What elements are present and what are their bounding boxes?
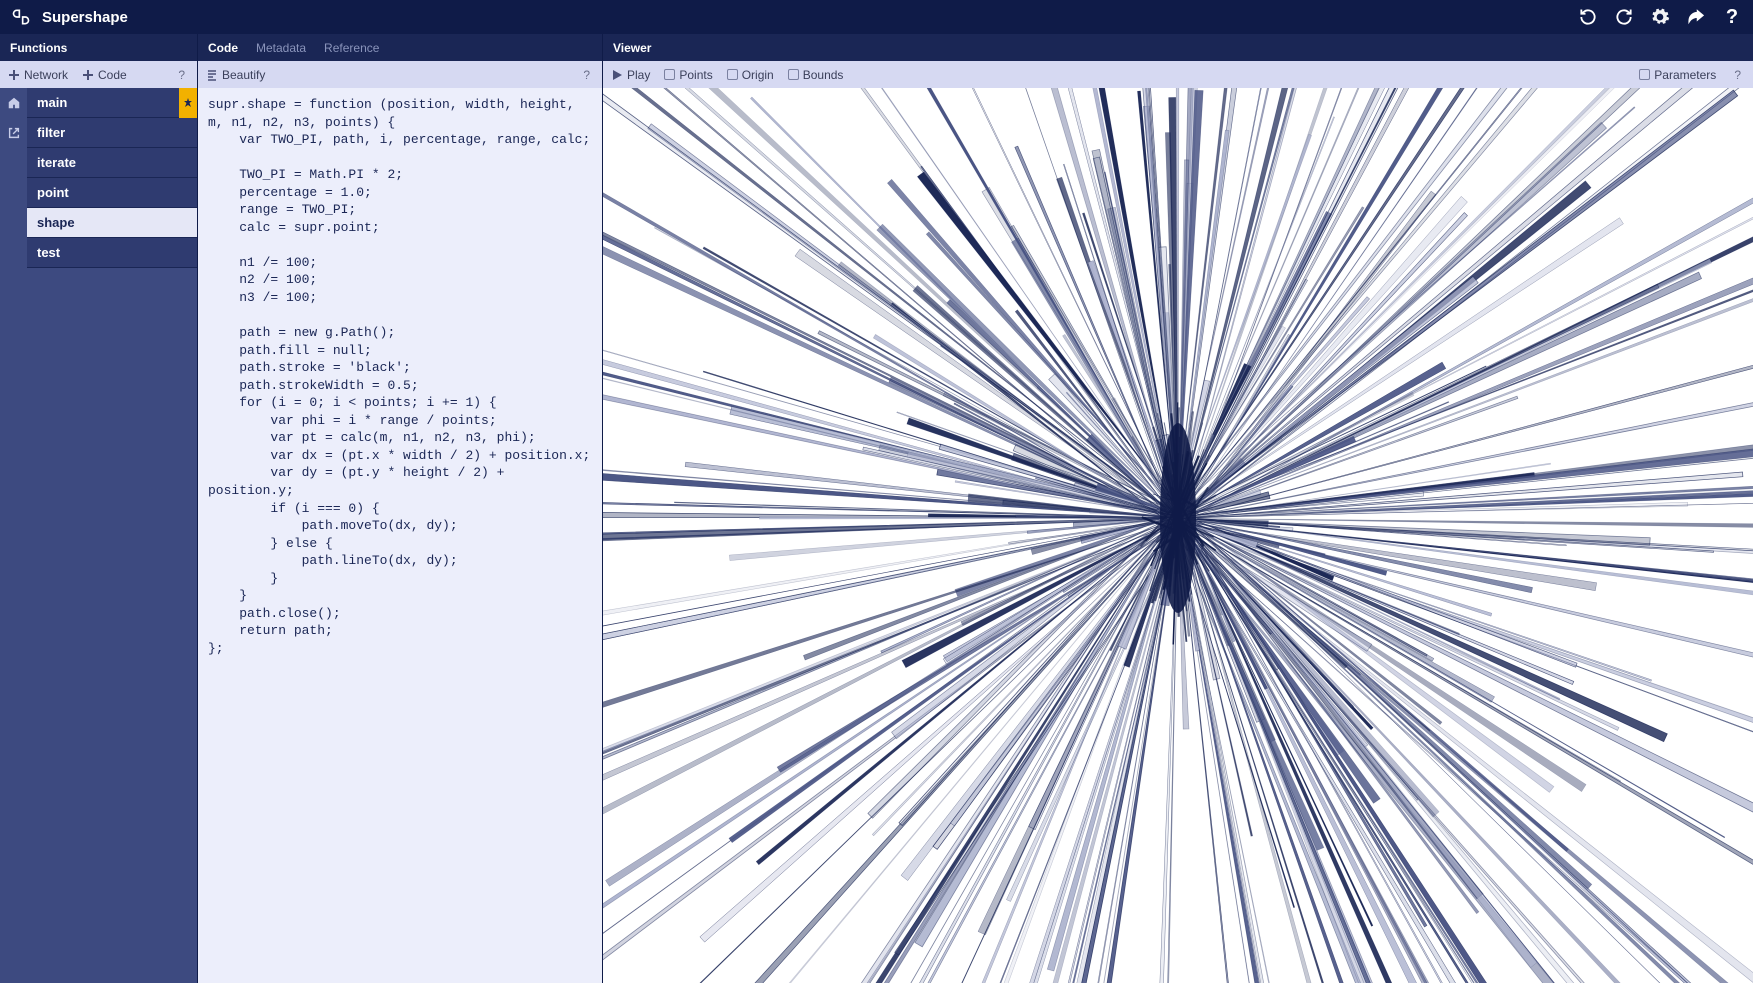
beautify-label: Beautify (222, 68, 265, 82)
function-label: point (37, 185, 69, 200)
parameters-label: Parameters (1654, 68, 1716, 82)
tab-reference[interactable]: Reference (324, 41, 379, 55)
home-icon[interactable] (0, 88, 27, 118)
function-item-iterate[interactable]: iterate (27, 148, 197, 178)
redo-icon[interactable] (1613, 6, 1635, 28)
pin-icon[interactable] (179, 88, 197, 118)
beautify-button[interactable]: Beautify (206, 68, 265, 82)
functions-title: Functions (10, 41, 67, 55)
function-label: shape (37, 215, 75, 230)
checkbox-icon (727, 69, 738, 80)
functions-help-button[interactable]: ? (174, 68, 189, 82)
checkbox-icon (1639, 69, 1650, 80)
plus-icon (8, 69, 20, 81)
bounds-toggle[interactable]: Bounds (788, 68, 844, 82)
function-item-test[interactable]: test (27, 238, 197, 268)
undo-icon[interactable] (1577, 6, 1599, 28)
code-help-button[interactable]: ? (579, 68, 594, 82)
function-label: test (37, 245, 60, 260)
origin-label: Origin (742, 68, 774, 82)
viewer-panel: Viewer Play Points Origin Bounds Pa (603, 34, 1753, 983)
play-icon (611, 69, 623, 81)
app-logo-icon (10, 6, 32, 28)
share-icon[interactable] (1685, 6, 1707, 28)
help-icon[interactable]: ? (1721, 6, 1743, 28)
function-label: filter (37, 125, 65, 140)
code-toolbar: Beautify ? (198, 61, 602, 88)
plus-icon (82, 69, 94, 81)
tab-metadata[interactable]: Metadata (256, 41, 306, 55)
code-panel-header: Code Metadata Reference (198, 34, 602, 61)
functions-icon-column (0, 88, 27, 983)
points-toggle[interactable]: Points (664, 68, 712, 82)
parameters-toggle[interactable]: Parameters (1639, 68, 1716, 82)
viewer-panel-header: Viewer (603, 34, 1753, 61)
function-label: iterate (37, 155, 76, 170)
external-link-icon[interactable] (0, 118, 27, 148)
play-button[interactable]: Play (611, 68, 650, 82)
function-item-main[interactable]: main (27, 88, 197, 118)
add-network-button[interactable]: Network (8, 68, 68, 82)
viewer-title: Viewer (613, 41, 651, 55)
bounds-label: Bounds (803, 68, 844, 82)
points-label: Points (679, 68, 712, 82)
beautify-icon (206, 69, 218, 81)
checkbox-icon (788, 69, 799, 80)
add-network-label: Network (24, 68, 68, 82)
app-topbar: Supershape ? (0, 0, 1753, 34)
play-label: Play (627, 68, 650, 82)
functions-list: main filter iterate point shape test (27, 88, 197, 983)
functions-toolbar: Network Code ? (0, 61, 197, 88)
checkbox-icon (664, 69, 675, 80)
code-panel: Code Metadata Reference Beautify ? supr.… (198, 34, 603, 983)
origin-toggle[interactable]: Origin (727, 68, 774, 82)
function-item-filter[interactable]: filter (27, 118, 197, 148)
app-title: Supershape (42, 9, 128, 26)
gear-icon[interactable] (1649, 6, 1671, 28)
functions-panel: Functions Network Code ? main (0, 34, 198, 983)
function-item-shape[interactable]: shape (27, 208, 197, 238)
viewer-help-button[interactable]: ? (1730, 68, 1745, 82)
function-label: main (37, 95, 67, 110)
functions-panel-header: Functions (0, 34, 197, 61)
add-code-label: Code (98, 68, 127, 82)
add-code-button[interactable]: Code (82, 68, 127, 82)
viewer-canvas[interactable] (603, 88, 1753, 983)
viewer-toolbar: Play Points Origin Bounds Parameters ? (603, 61, 1753, 88)
function-item-point[interactable]: point (27, 178, 197, 208)
code-editor[interactable]: supr.shape = function (position, width, … (198, 88, 602, 983)
tab-code[interactable]: Code (208, 41, 238, 55)
